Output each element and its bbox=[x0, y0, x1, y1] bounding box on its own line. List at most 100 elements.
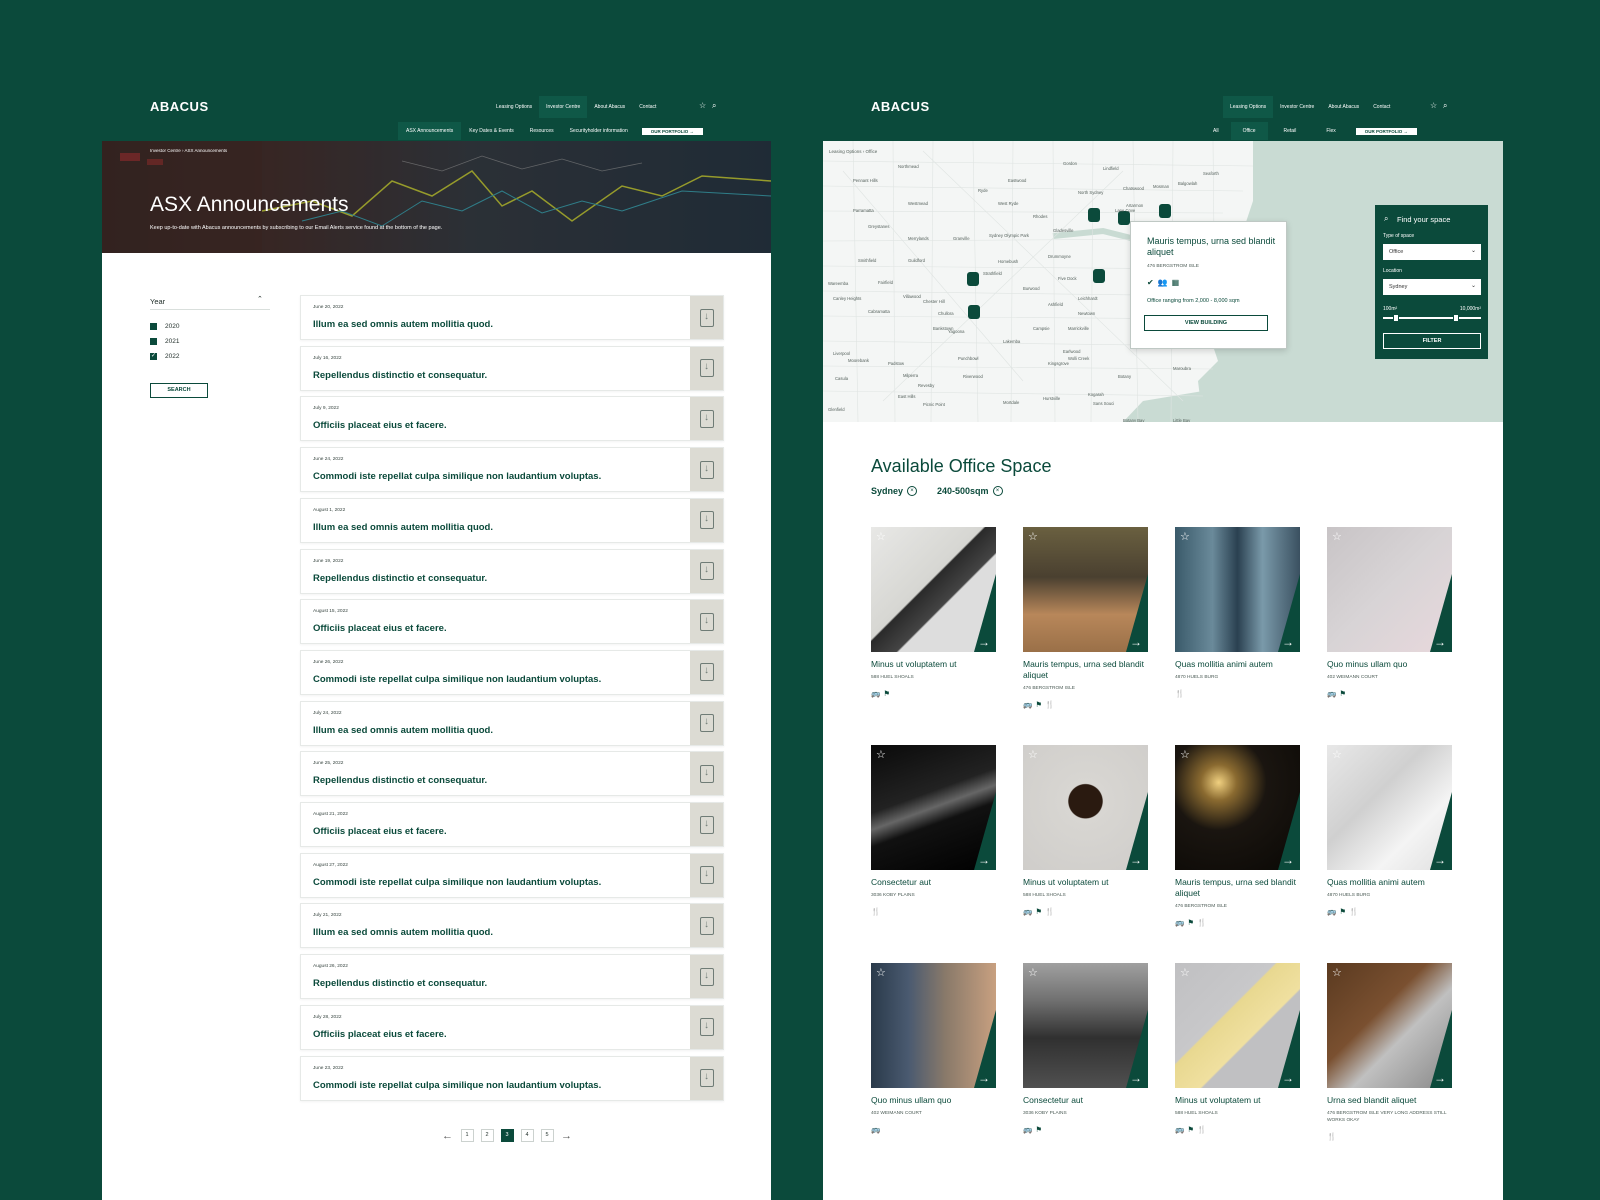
close-icon[interactable]: × bbox=[907, 486, 918, 496]
arrow-right-icon[interactable]: → bbox=[1434, 635, 1446, 649]
listing-card[interactable]: ☆ → Minus ut voluptatem ut 588 HUEL SHOALS 🚌… bbox=[1023, 745, 1148, 916]
listing-title[interactable]: Mauris tempus, urna sed blandit aliquet bbox=[1175, 877, 1300, 899]
page-1[interactable]: 1 bbox=[460, 1129, 474, 1142]
download-button[interactable]: ↓ bbox=[690, 1005, 723, 1049]
announcement-row[interactable]: June 23, 2022 Commodi iste repellat culpa… bbox=[300, 1055, 724, 1101]
listing-image[interactable]: ☆ → bbox=[1327, 745, 1452, 870]
listing-image[interactable]: ☆ → bbox=[1175, 527, 1300, 652]
listing-image[interactable]: ☆ → bbox=[1023, 527, 1148, 652]
listing-title[interactable]: Consectetur aut bbox=[1023, 1095, 1148, 1106]
announcement-title[interactable]: Officiis placeat eius et facere. bbox=[313, 420, 447, 431]
page-4[interactable]: 4 bbox=[520, 1129, 534, 1142]
star-icon[interactable]: ☆ bbox=[876, 966, 886, 979]
download-button[interactable]: ↓ bbox=[690, 346, 723, 390]
announcement-row[interactable]: June 25, 2022 Repellendus distinctio et c… bbox=[300, 751, 724, 797]
subnav-securityholder[interactable]: Securityholder information bbox=[562, 128, 636, 134]
nav-about-abacus[interactable]: About Abacus bbox=[587, 104, 632, 110]
listing-title[interactable]: Quas mollitia animi autem bbox=[1175, 659, 1300, 670]
subnav-resources[interactable]: Resources bbox=[522, 128, 562, 134]
arrow-right-icon[interactable]: → bbox=[1282, 635, 1294, 649]
announcement-row[interactable]: July 16, 2022 Repellendus distinctio et c… bbox=[300, 345, 724, 391]
checkbox[interactable] bbox=[150, 323, 157, 330]
subnav-key-dates[interactable]: Key Dates & Events bbox=[461, 128, 521, 134]
nav-about-abacus[interactable]: About Abacus bbox=[1321, 104, 1366, 110]
star-icon[interactable]: ☆ bbox=[1180, 530, 1190, 543]
year-filter-title[interactable]: Year bbox=[150, 297, 165, 306]
map[interactable]: Northmead Eastwood Lindfield Gordon Pennant … bbox=[823, 141, 1503, 422]
announcement-title[interactable]: Illum ea sed omnis autem mollitia quod. bbox=[313, 522, 493, 533]
listing-title[interactable]: Quas mollitia animi autem bbox=[1327, 877, 1452, 888]
listing-card[interactable]: ☆ → Quas mollitia animi autem 4870 HUELS BU… bbox=[1327, 745, 1452, 916]
arrow-right-icon[interactable]: → bbox=[978, 635, 990, 649]
arrow-right-icon[interactable]: → bbox=[1282, 1071, 1294, 1085]
nav-investor-centre[interactable]: Investor Centre bbox=[1273, 104, 1321, 110]
listing-card[interactable]: ☆ → Minus ut voluptatem ut 588 HUEL SHOALS 🚌… bbox=[871, 527, 996, 698]
listing-card[interactable]: ☆ → Quo minus ullam quo 402 WEIMANN COURT 🚌 bbox=[871, 963, 996, 1134]
announcement-title[interactable]: Illum ea sed omnis autem mollitia quod. bbox=[313, 725, 493, 736]
listing-title[interactable]: Minus ut voluptatem ut bbox=[1023, 877, 1148, 888]
close-icon[interactable]: × bbox=[992, 486, 1003, 496]
announcement-row[interactable]: June 24, 2022 Commodi iste repellat culpa… bbox=[300, 447, 724, 493]
announcement-row[interactable]: August 1, 2022 Illum ea sed omnis autem m… bbox=[300, 497, 724, 543]
abacus-logo[interactable]: ABACUS bbox=[871, 99, 930, 114]
listing-card[interactable]: ☆ → Minus ut voluptatem ut 588 HUEL SHOALS 🚌… bbox=[1175, 963, 1300, 1134]
announcement-row[interactable]: June 20, 2022 Illum ea sed omnis autem mo… bbox=[300, 295, 724, 340]
star-icon[interactable]: ☆ bbox=[699, 101, 706, 110]
announcement-row[interactable]: July 28, 2022 Officiis placeat eius et fa… bbox=[300, 1004, 724, 1050]
announcement-title[interactable]: Commodi iste repellat culpa similique no… bbox=[313, 1080, 601, 1091]
download-button[interactable]: ↓ bbox=[690, 650, 723, 694]
announcement-row[interactable]: June 26, 2022 Commodi iste repellat culpa… bbox=[300, 649, 724, 695]
nav-leasing-options[interactable]: Leasing Options bbox=[1223, 96, 1274, 118]
download-button[interactable]: ↓ bbox=[690, 955, 723, 999]
download-button[interactable]: ↓ bbox=[690, 397, 723, 441]
star-icon[interactable]: ☆ bbox=[1028, 748, 1038, 761]
announcement-row[interactable]: August 27, 2022 Commodi iste repellat cul… bbox=[300, 852, 724, 898]
checkbox[interactable] bbox=[150, 338, 157, 345]
announcement-title[interactable]: Commodi iste repellat culpa similique no… bbox=[313, 877, 601, 888]
star-icon[interactable]: ☆ bbox=[1180, 966, 1190, 979]
announcement-title[interactable]: Commodi iste repellat culpa similique no… bbox=[313, 471, 601, 482]
listing-card[interactable]: ☆ → Consectetur aut 3036 KOBY PLAINS 🚌⚑ bbox=[1023, 963, 1148, 1134]
download-button[interactable]: ↓ bbox=[690, 853, 723, 897]
announcement-title[interactable]: Commodi iste repellat culpa similique no… bbox=[313, 674, 601, 685]
arrow-right-icon[interactable]: → bbox=[1130, 853, 1142, 867]
breadcrumb-leasing-options[interactable]: Leasing Options bbox=[829, 149, 862, 154]
download-button[interactable]: ↓ bbox=[690, 296, 723, 339]
nav-contact[interactable]: Contact bbox=[1366, 104, 1397, 110]
download-button[interactable]: ↓ bbox=[690, 600, 723, 644]
listing-image[interactable]: ☆ → bbox=[1023, 745, 1148, 870]
listing-title[interactable]: Quo minus ullam quo bbox=[871, 1095, 996, 1106]
listing-image[interactable]: ☆ → bbox=[1327, 527, 1452, 652]
announcement-row[interactable]: July 9, 2022 Officiis placeat eius et fac… bbox=[300, 396, 724, 442]
slider-max-handle[interactable] bbox=[1453, 314, 1459, 322]
announcement-title[interactable]: Repellendus distinctio et consequatur. bbox=[313, 775, 487, 786]
arrow-right-icon[interactable]: → bbox=[978, 1071, 990, 1085]
listing-image[interactable]: ☆ → bbox=[1175, 745, 1300, 870]
year-checkbox-2022[interactable]: ✓ 2022 bbox=[150, 353, 179, 360]
star-icon[interactable]: ☆ bbox=[1180, 748, 1190, 761]
download-button[interactable]: ↓ bbox=[690, 549, 723, 593]
subnav-retail[interactable]: Retail bbox=[1268, 128, 1313, 134]
slider-min-handle[interactable] bbox=[1393, 314, 1399, 322]
type-of-space-select[interactable]: Office ⌄ bbox=[1383, 244, 1481, 260]
checkbox-checked[interactable]: ✓ bbox=[150, 353, 157, 360]
year-checkbox-2020[interactable]: 2020 bbox=[150, 323, 179, 330]
nav-investor-centre[interactable]: Investor Centre bbox=[539, 96, 588, 118]
listing-title[interactable]: Minus ut voluptatem ut bbox=[871, 659, 996, 670]
listing-image[interactable]: ☆ → bbox=[1327, 963, 1452, 1088]
search-icon[interactable]: ⌕ bbox=[1443, 101, 1447, 111]
announcement-title[interactable]: Repellendus distinctio et consequatur. bbox=[313, 978, 487, 989]
announcement-title[interactable]: Illum ea sed omnis autem mollitia quod. bbox=[313, 319, 493, 330]
star-icon[interactable]: ☆ bbox=[876, 530, 886, 543]
star-icon[interactable]: ☆ bbox=[876, 748, 886, 761]
page-2[interactable]: 2 bbox=[480, 1129, 494, 1142]
arrow-right-icon[interactable]: → bbox=[1130, 1071, 1142, 1085]
listing-card[interactable]: ☆ → Quo minus ullam quo 402 WEIMANN COURT 🚌⚑ bbox=[1327, 527, 1452, 698]
listing-title[interactable]: Urna sed blandit aliquet bbox=[1327, 1095, 1452, 1106]
arrow-right-icon[interactable]: → bbox=[978, 853, 990, 867]
announcement-row[interactable]: August 26, 2022 Repellendus distinctio et… bbox=[300, 954, 724, 1000]
arrow-left-icon[interactable]: ← bbox=[442, 1130, 453, 1142]
star-icon[interactable]: ☆ bbox=[1430, 101, 1437, 110]
star-icon[interactable]: ☆ bbox=[1028, 530, 1038, 543]
download-button[interactable]: ↓ bbox=[690, 904, 723, 948]
